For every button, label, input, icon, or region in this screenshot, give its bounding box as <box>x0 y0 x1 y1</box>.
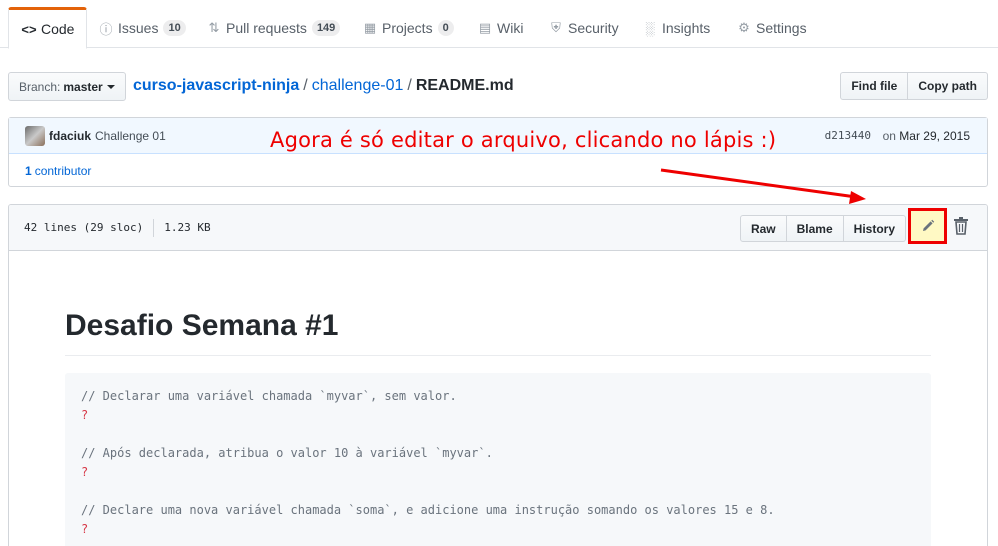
contributors-link[interactable]: 1 contributor <box>9 154 987 187</box>
chevron-down-icon <box>106 84 115 89</box>
shield-icon: ⛨ <box>551 20 561 35</box>
breadcrumb-repo-link[interactable]: curso-javascript-ninja <box>133 77 299 94</box>
tab-pull-requests[interactable]: ⇅ Pull requests 149 <box>206 8 341 48</box>
tab-issues[interactable]: ⓘ Issues 10 <box>98 8 186 48</box>
code-comment: // Declarar uma variável chamada `myvar`… <box>81 389 457 403</box>
project-icon: ▦ <box>363 20 377 35</box>
commit-date: on Mar 29, 2015 <box>883 129 970 143</box>
divider <box>153 218 155 237</box>
branch-name: master <box>63 79 103 94</box>
code-block: // Declarar uma variável chamada `myvar`… <box>65 373 931 546</box>
tab-label: Pull requests <box>226 20 307 36</box>
tab-security[interactable]: ⛨ Security <box>548 8 619 48</box>
book-icon: ▤ <box>478 20 492 35</box>
readme-title: Desafio Semana #1 <box>65 309 931 356</box>
commit-message[interactable]: Challenge 01 <box>95 129 166 143</box>
file-header: 42 lines (29 sloc) 1.23 KB Raw Blame His… <box>9 205 987 251</box>
contributors-count: 1 <box>25 163 32 178</box>
commit-date-value: Mar 29, 2015 <box>899 128 970 143</box>
tab-settings[interactable]: ⚙ Settings <box>736 8 807 48</box>
file-size: 1.23 KB <box>164 221 211 234</box>
tab-label: Settings <box>756 20 807 36</box>
breadcrumb-folder-link[interactable]: challenge-01 <box>312 77 404 94</box>
gear-icon: ⚙ <box>738 20 750 35</box>
history-button[interactable]: History <box>843 215 906 242</box>
file-box: 42 lines (29 sloc) 1.23 KB Raw Blame His… <box>8 204 988 546</box>
code-comment: // Após declarada, atribua o valor 10 à … <box>81 446 493 460</box>
copy-path-button[interactable]: Copy path <box>908 72 988 100</box>
find-file-button[interactable]: Find file <box>840 72 909 100</box>
file-nav-buttons: Find file Copy path <box>840 72 988 100</box>
tab-code[interactable]: <> Code <box>8 7 88 49</box>
breadcrumb-file: README.md <box>415 77 514 94</box>
pull-requests-counter: 149 <box>311 20 341 36</box>
code-gap <box>81 482 915 501</box>
breadcrumb-separator: / <box>303 77 308 94</box>
git-pull-request-icon: ⇅ <box>208 20 220 35</box>
repo-nav: <> Code ⓘ Issues 10 ⇅ Pull requests 149 … <box>0 0 998 49</box>
graph-icon: ░ <box>645 20 655 36</box>
tab-insights[interactable]: ░ Insights <box>642 8 710 48</box>
code-answer: ? <box>81 465 89 479</box>
branch-prefix: Branch: <box>19 79 61 94</box>
tab-label: Projects <box>382 20 433 36</box>
commit-author[interactable]: fdaciuk <box>49 129 91 143</box>
tab-label: Issues <box>118 20 159 36</box>
file-actions: Raw Blame History <box>739 215 906 242</box>
tab-wiki[interactable]: ▤ Wiki <box>477 8 524 48</box>
projects-counter: 0 <box>437 20 454 36</box>
issue-opened-icon: ⓘ <box>99 21 113 37</box>
tab-label: Security <box>568 20 619 36</box>
pencil-icon <box>922 219 934 231</box>
contributors-label: contributor <box>34 163 92 178</box>
commit-sha[interactable]: d213440 <box>825 129 871 142</box>
code-answer: ? <box>81 522 89 536</box>
blame-button[interactable]: Blame <box>786 215 844 242</box>
code-comment: // Declare uma nova variável chamada `so… <box>81 503 775 517</box>
edit-file-button[interactable] <box>908 208 947 244</box>
raw-button[interactable]: Raw <box>739 215 787 242</box>
annotation-text: Agora é só editar o arquivo, clicando no… <box>270 128 777 152</box>
branch-select-button[interactable]: Branch: master <box>8 72 126 101</box>
tab-label: Code <box>41 21 75 37</box>
issues-counter: 10 <box>163 20 186 36</box>
breadcrumb: curso-javascript-ninja / challenge-01/READ… <box>133 75 514 97</box>
avatar[interactable] <box>25 125 45 146</box>
tab-label: Wiki <box>497 20 524 36</box>
trash-icon[interactable] <box>953 217 969 235</box>
code-gap <box>81 425 915 444</box>
commit-date-prefix: on <box>882 128 896 143</box>
readme-body: Desafio Semana #1 // Declarar uma variáv… <box>9 309 987 546</box>
breadcrumb-separator: / <box>407 77 412 94</box>
code-answer: ? <box>81 408 89 422</box>
tab-projects[interactable]: ▦ Projects 0 <box>362 8 454 48</box>
file-line-count: 42 lines (29 sloc) <box>24 221 144 234</box>
tab-label: Insights <box>662 20 711 36</box>
code-icon: <> <box>21 21 37 37</box>
